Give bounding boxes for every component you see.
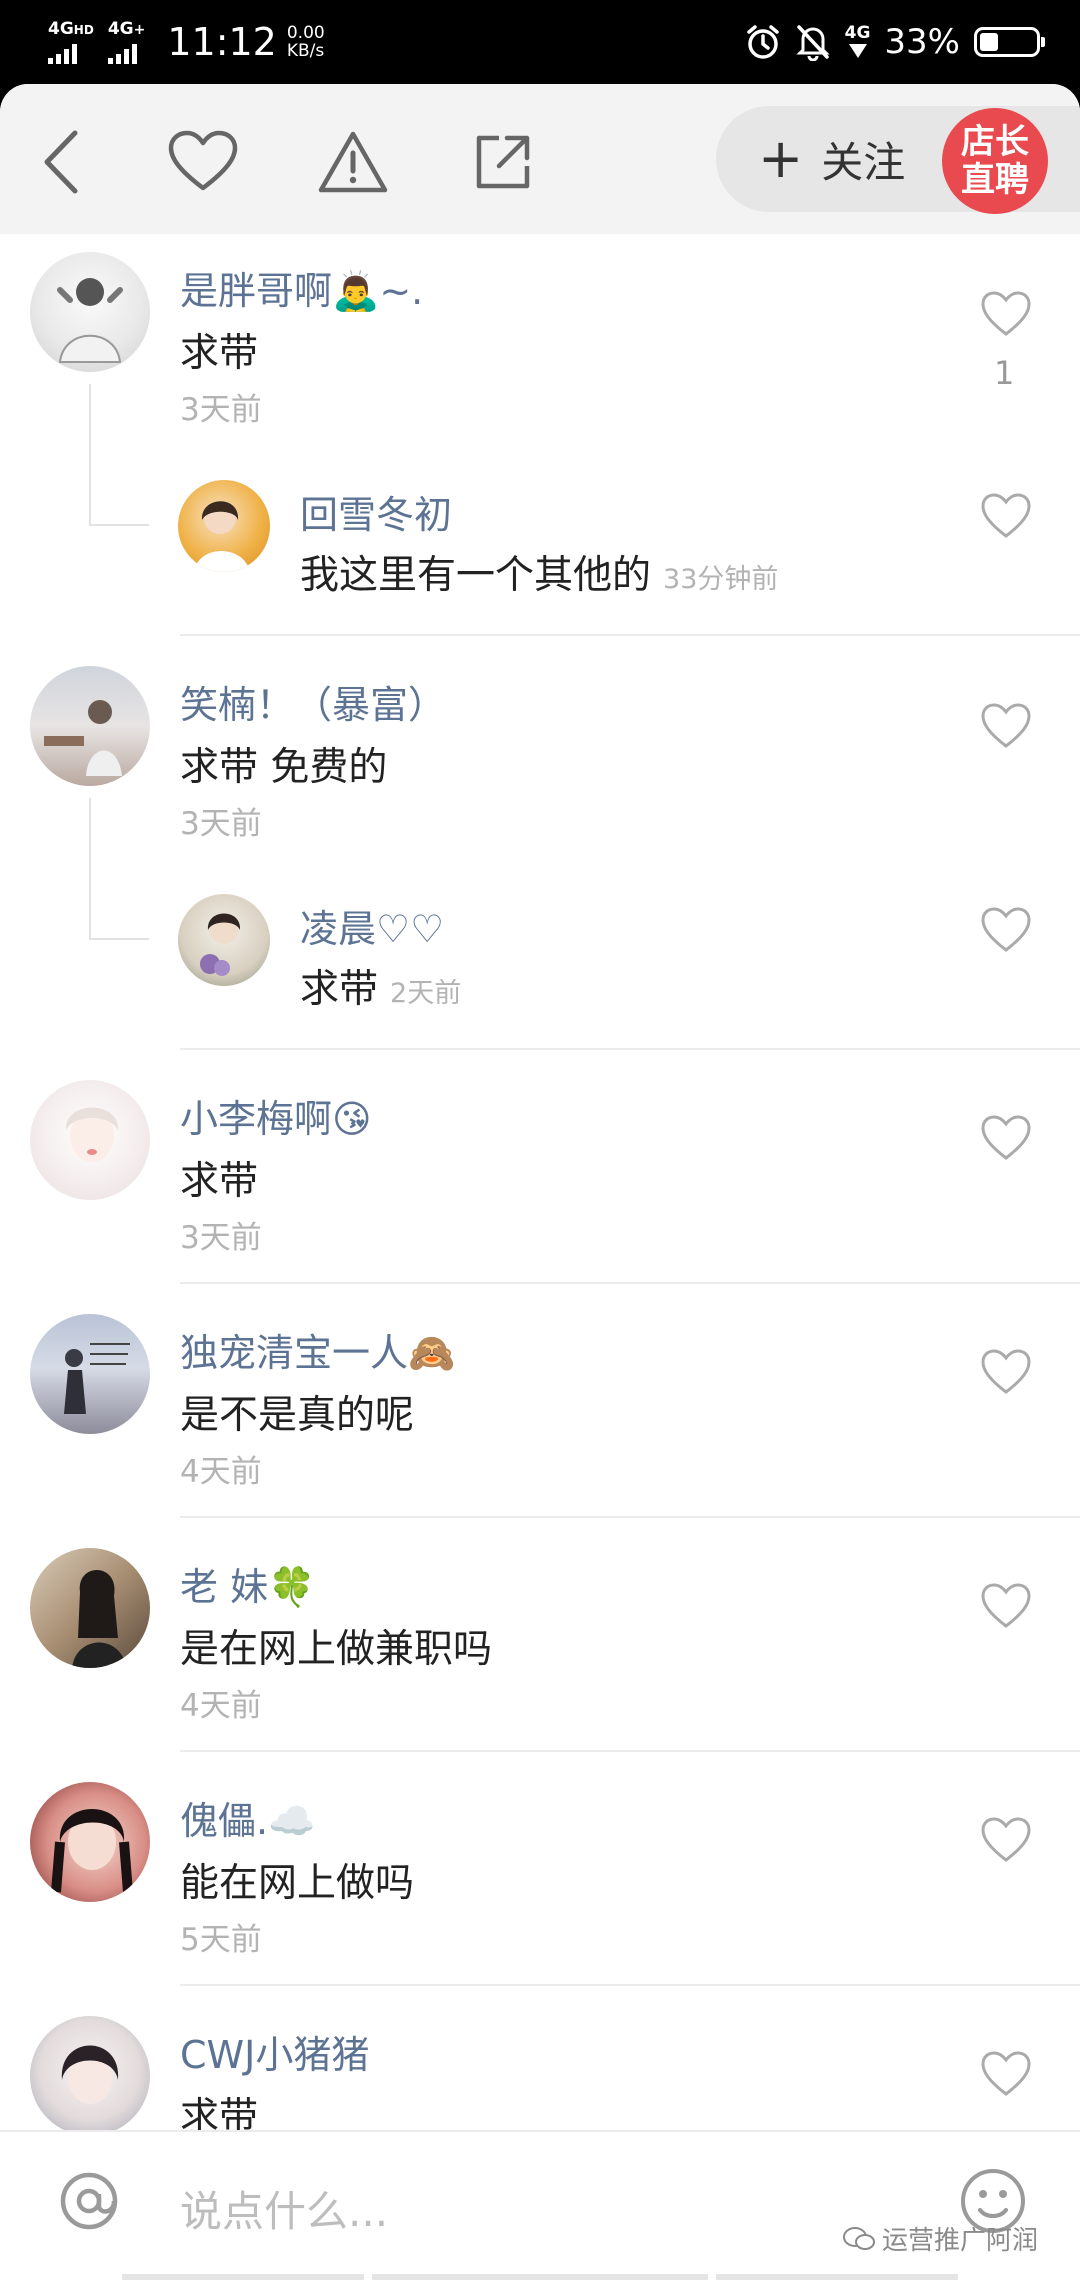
- comment-text: 求带: [180, 331, 259, 376]
- status-bar: 4GHD 4G+ 11:12 0.00 KB/s 4G 33%: [0, 0, 1080, 84]
- like-heart-icon[interactable]: [980, 290, 1032, 338]
- clock: 11:12: [167, 20, 277, 64]
- avatar[interactable]: [30, 1314, 150, 1434]
- store-manager-recruit-badge[interactable]: 店长 直聘: [942, 108, 1048, 214]
- like-heart-icon[interactable]: [980, 906, 1032, 954]
- battery-percent: 33%: [884, 22, 960, 62]
- follow-label: 关注: [821, 137, 906, 187]
- avatar[interactable]: [30, 2016, 150, 2136]
- divider: [180, 1048, 1080, 1050]
- comment-time: 3天前: [180, 806, 262, 842]
- comment-time: 3天前: [180, 392, 262, 428]
- avatar[interactable]: [30, 252, 150, 372]
- comment-author[interactable]: 是胖哥啊🙇‍♂️~.: [180, 260, 423, 315]
- reply-text: 我这里有一个其他的 33分钟前: [300, 553, 779, 598]
- comment-author[interactable]: 小李梅啊😘: [180, 1088, 372, 1143]
- comment-text: 能在网上做吗: [180, 1861, 415, 1906]
- divider: [180, 1750, 1080, 1752]
- comment-text: 是不是真的呢: [180, 1393, 415, 1438]
- comment-time: 4天前: [180, 1688, 262, 1724]
- comment-input-bar: 说点什么... 运营推广阿润: [0, 2130, 1080, 2280]
- wechat-icon: [843, 2226, 875, 2250]
- avatar[interactable]: [30, 1782, 150, 1902]
- bottom-edge: [0, 2274, 1080, 2280]
- reply-text: 求带 2天前: [300, 967, 462, 1012]
- battery-icon: [974, 27, 1045, 57]
- like-heart-icon[interactable]: [980, 1816, 1032, 1864]
- avatar[interactable]: [178, 894, 270, 986]
- like-heart-icon[interactable]: [980, 1582, 1032, 1630]
- comment-author[interactable]: 傀儡.☁️: [180, 1790, 315, 1845]
- mention-at-icon[interactable]: [56, 2168, 122, 2234]
- reply-author[interactable]: 凌晨♡♡: [300, 898, 444, 953]
- comment-text: 求带: [180, 1159, 259, 1204]
- like-count: 1: [994, 354, 1015, 392]
- comment-text: 是在网上做兼职吗: [180, 1627, 493, 1672]
- reply-author[interactable]: 回雪冬初: [300, 484, 452, 539]
- like-heart-icon[interactable]: [980, 1114, 1032, 1162]
- avatar[interactable]: [30, 666, 150, 786]
- watermark: 运营推广阿润: [842, 2220, 1038, 2257]
- back-icon[interactable]: [22, 122, 102, 202]
- comment-text: 求带 免费的: [180, 745, 388, 790]
- comment-author[interactable]: CWJ小猪猪: [180, 2024, 369, 2079]
- divider: [180, 634, 1080, 636]
- divider: [180, 1282, 1080, 1284]
- reply-connector: [89, 798, 149, 940]
- reply-connector: [89, 384, 149, 526]
- avatar[interactable]: [30, 1080, 150, 1200]
- heart-icon[interactable]: [163, 122, 243, 202]
- avatar[interactable]: [30, 1548, 150, 1668]
- like-heart-icon[interactable]: [980, 2050, 1032, 2098]
- comment-input[interactable]: 说点什么...: [180, 2178, 388, 2239]
- comment-time: 3天前: [180, 1220, 262, 1256]
- alarm-icon: [746, 25, 779, 59]
- share-icon[interactable]: [463, 122, 543, 202]
- comment-author[interactable]: 独宠清宝一人🙈: [180, 1322, 455, 1377]
- comment-author[interactable]: 笑楠！（暴富）: [180, 674, 446, 729]
- like-heart-icon[interactable]: [980, 1348, 1032, 1396]
- divider: [180, 1516, 1080, 1518]
- like-heart-icon[interactable]: [980, 702, 1032, 750]
- signal-sim2-icon: 4G+: [107, 20, 145, 64]
- divider: [180, 1984, 1080, 1986]
- toolbar: + 关注 店长 直聘: [0, 84, 1080, 234]
- mobile-data-icon: 4G: [845, 24, 870, 60]
- reply-time: 33分钟前: [663, 564, 779, 595]
- avatar[interactable]: [178, 480, 270, 572]
- comments-screen: + 关注 店长 直聘 是胖哥啊🙇‍♂️~. 求带 3天前 1 回雪冬初 我这里: [0, 84, 1080, 2280]
- network-speed: 0.00 KB/s: [286, 23, 325, 61]
- signal-sim1-icon: 4GHD: [48, 20, 94, 64]
- plus-icon: +: [758, 127, 804, 190]
- report-warning-icon[interactable]: [313, 122, 393, 202]
- comment-time: 4天前: [180, 1454, 262, 1490]
- comment-author[interactable]: 老 妹🍀: [180, 1556, 315, 1611]
- mute-bell-icon: [796, 25, 830, 61]
- like-heart-icon[interactable]: [980, 492, 1032, 540]
- reply-time: 2天前: [390, 978, 462, 1009]
- comment-time: 5天前: [180, 1922, 262, 1958]
